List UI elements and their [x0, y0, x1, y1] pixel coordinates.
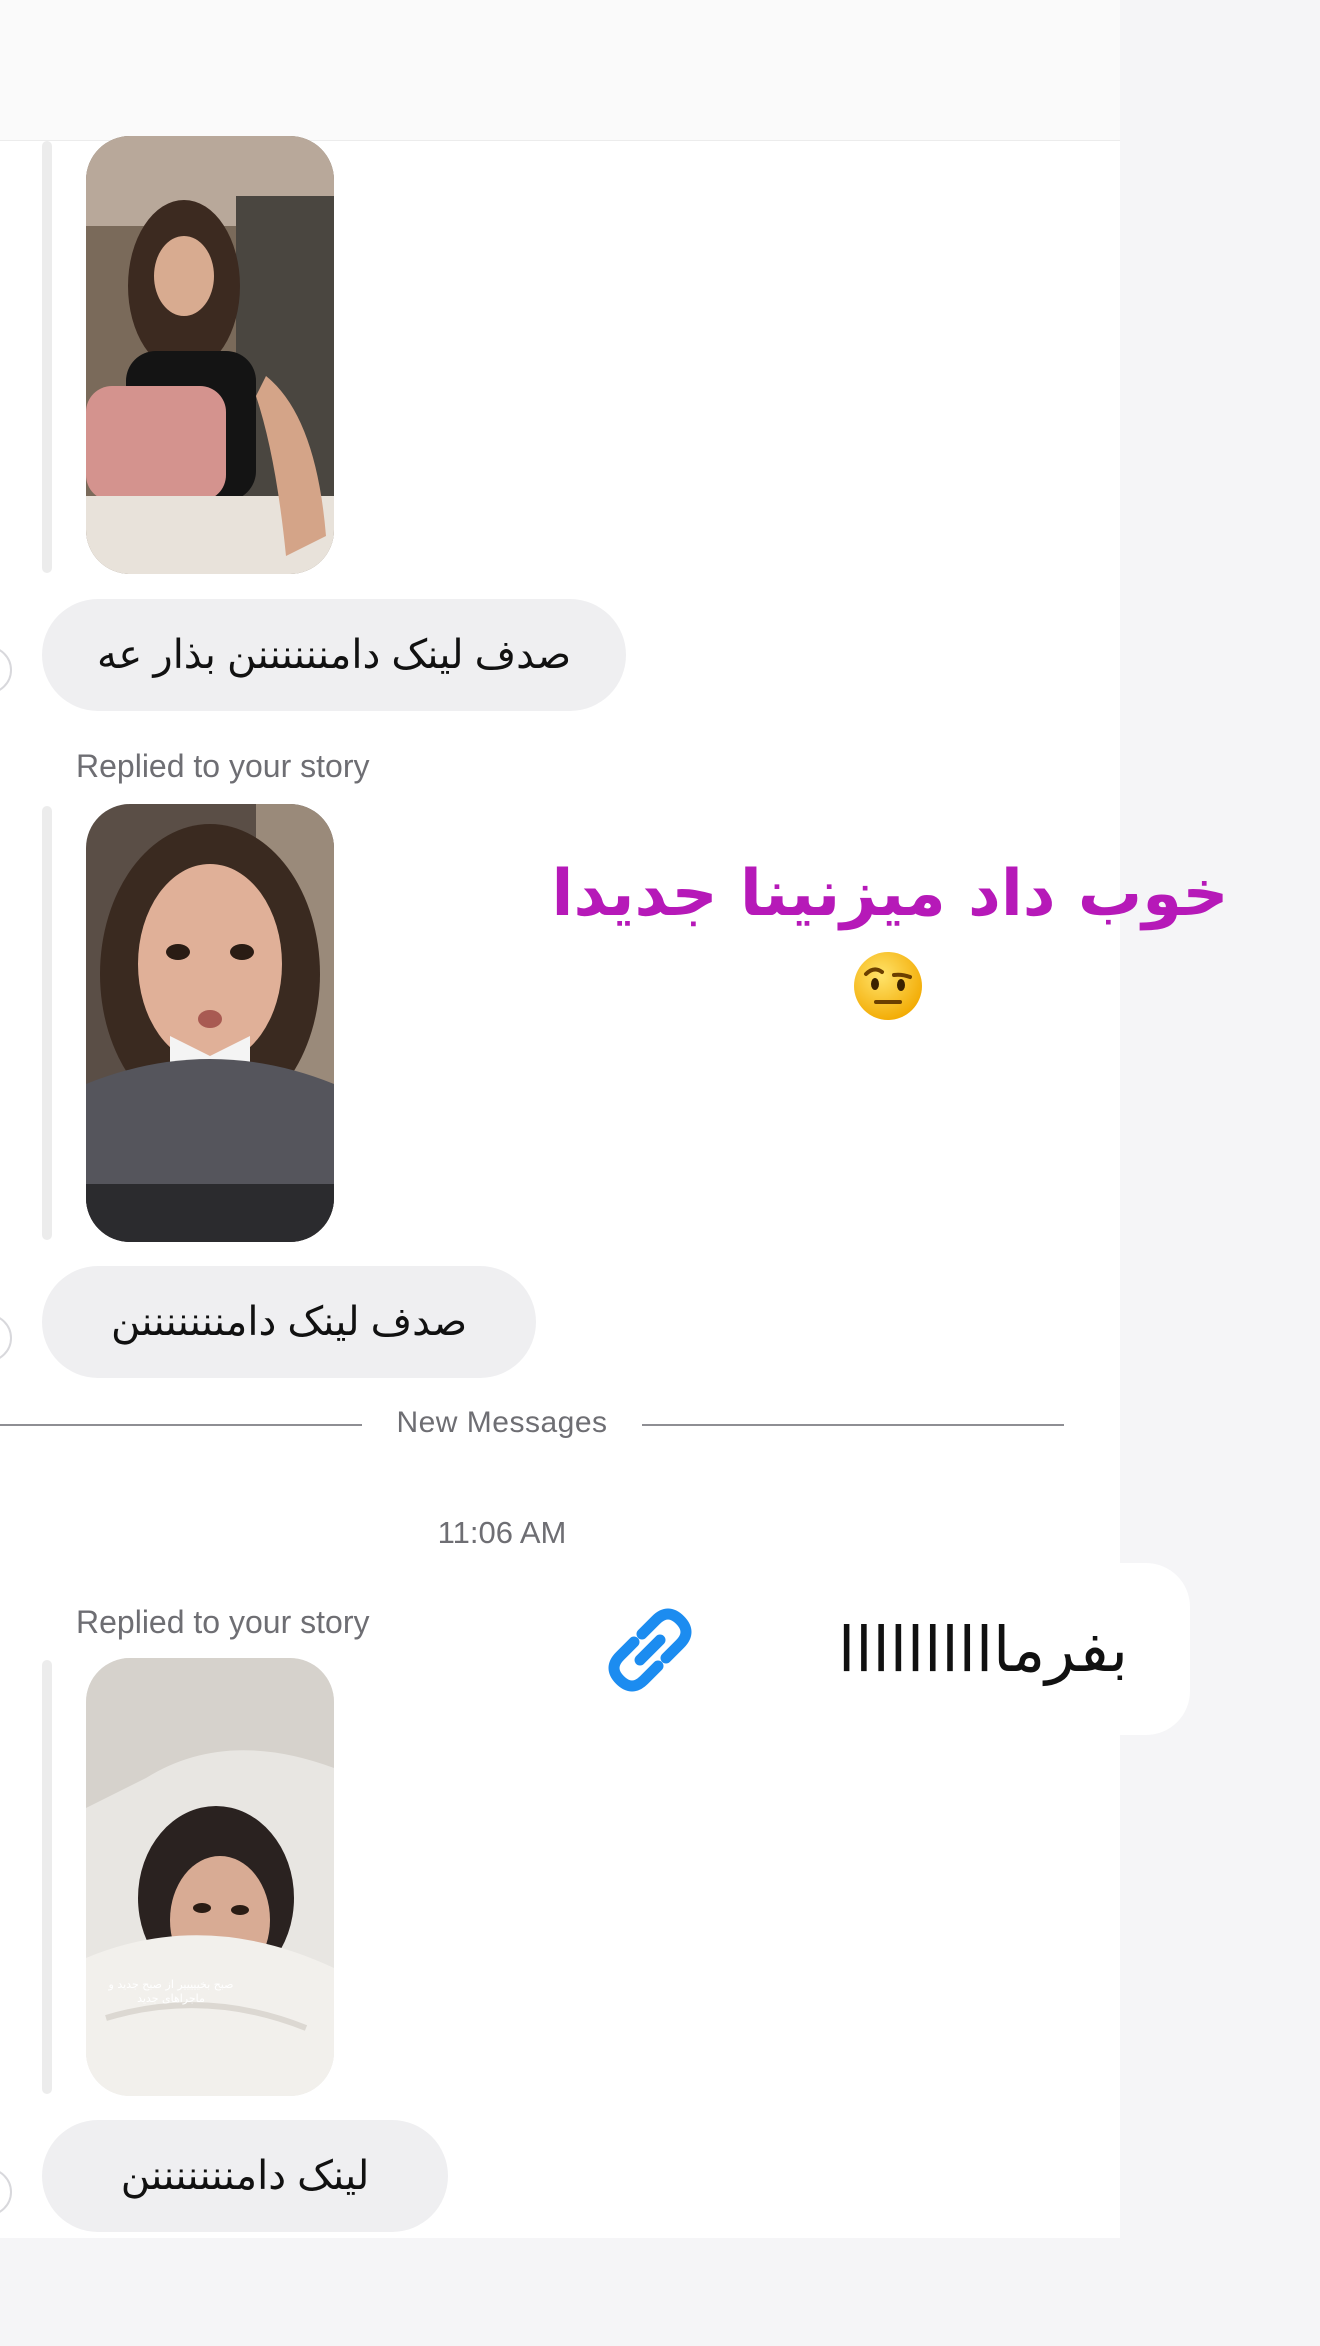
replied-to-story-label: Replied to your story	[76, 748, 370, 784]
message-bubble[interactable]: لینک دامنننننننن	[42, 2120, 448, 2232]
new-messages-divider-left	[0, 1424, 362, 1426]
new-messages-label: New Messages	[396, 1406, 608, 1439]
story-quote-bar	[42, 806, 52, 1240]
replied-to-story-label: Replied to your story	[76, 1604, 370, 1640]
story-thumbnail[interactable]	[86, 136, 334, 574]
message-timestamp: 11:06 AM	[437, 1515, 567, 1550]
story-thumbnail[interactable]	[86, 804, 334, 1242]
link-icon[interactable]	[598, 1598, 702, 1702]
story-caption: صبح بخیییییر از صبح جدید و ماجراهای جدید	[108, 1978, 234, 2005]
face-with-raised-eyebrow-icon	[854, 952, 922, 1020]
message-bubble[interactable]: صدف لینک دامننننننن بذار عه	[42, 599, 626, 711]
chat-header	[0, 0, 1120, 141]
link-sticker-text: بفرماااااااااا	[838, 1613, 1128, 1686]
story-quote-bar	[42, 1660, 52, 2094]
new-messages-divider-right	[642, 1424, 1064, 1426]
story-thumbnail[interactable]: صبح بخیییییر از صبح جدید و ماجراهای جدید	[86, 1658, 334, 2096]
sticker-text: خوب داد میزنینا جدیدا	[551, 857, 1229, 931]
bottom-gutter	[0, 2238, 1120, 2346]
story-quote-bar	[42, 141, 52, 573]
message-bubble[interactable]: صدف لینک دامنننننننن	[42, 1266, 536, 1378]
right-gutter	[1120, 0, 1320, 2346]
